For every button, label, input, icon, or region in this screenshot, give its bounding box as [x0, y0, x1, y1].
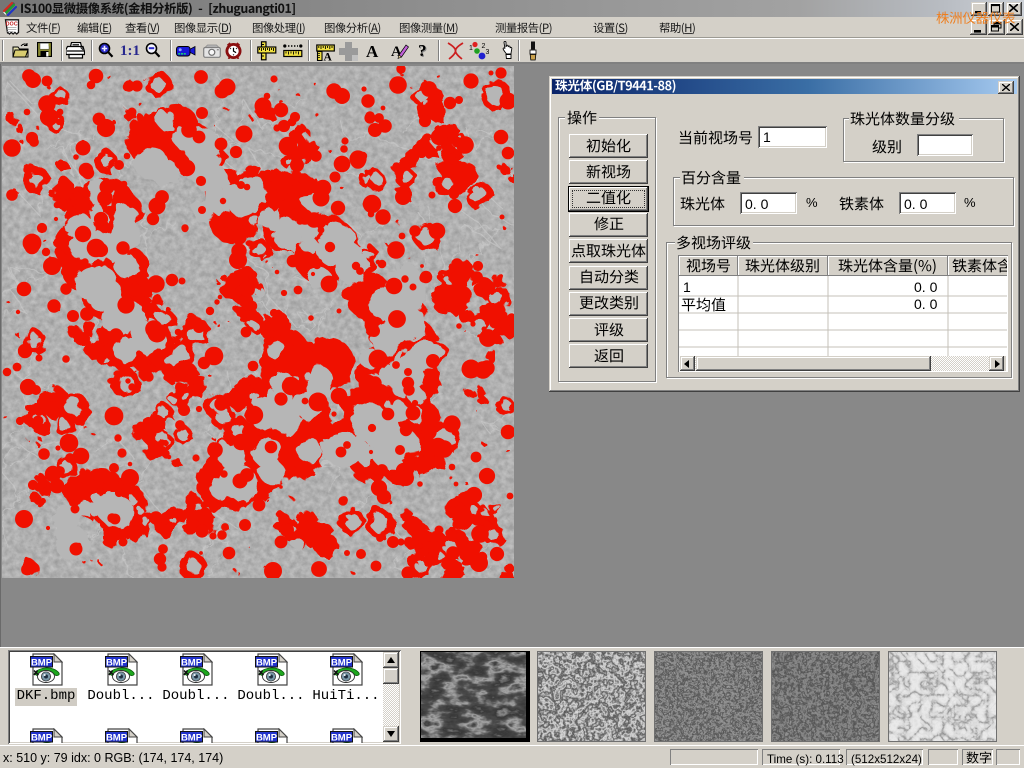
svg-text:1: 1	[469, 45, 473, 52]
svg-text:A: A	[324, 52, 333, 62]
svg-text:DOC: DOC	[6, 21, 18, 27]
svg-text:3: 3	[486, 49, 490, 56]
